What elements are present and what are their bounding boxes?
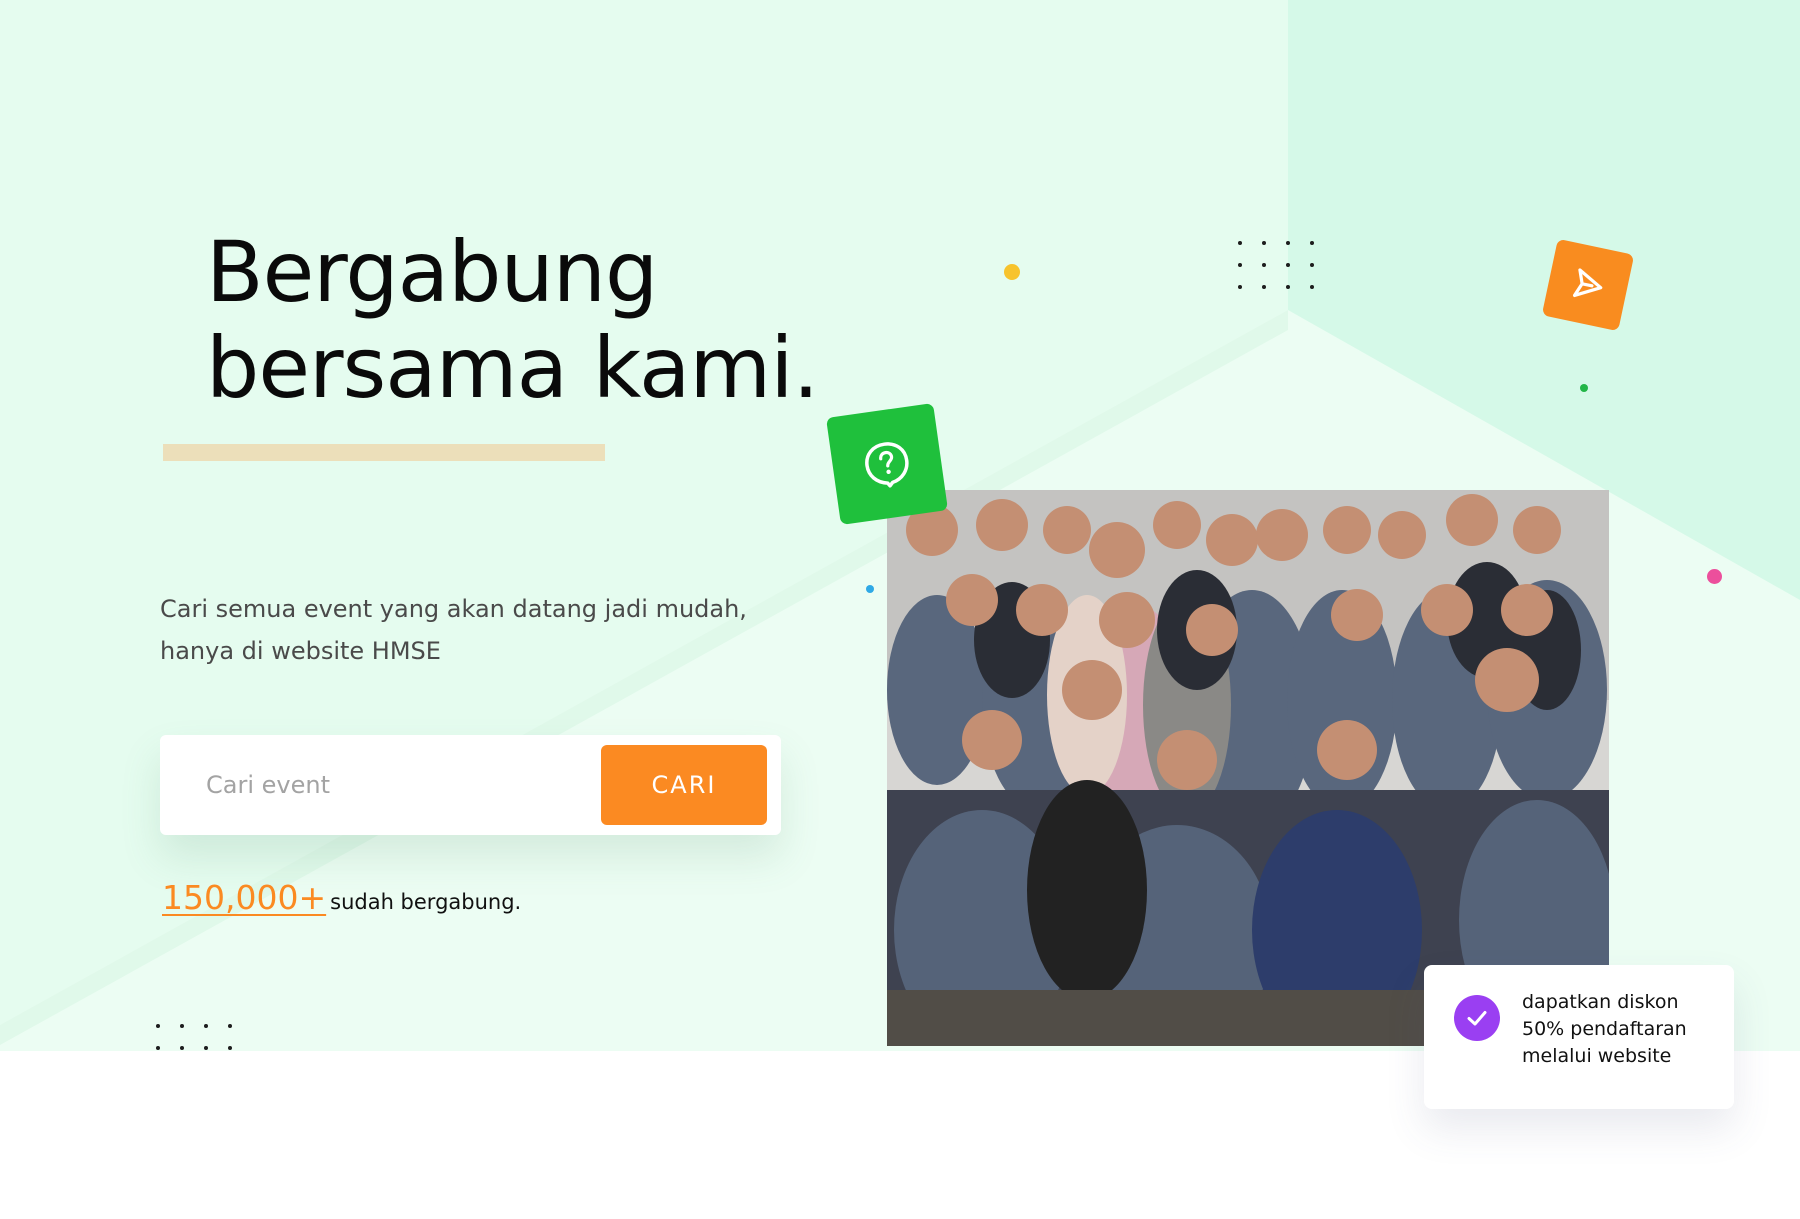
promo-text: dapatkan diskon 50% pendaftaran melalui … [1522, 989, 1722, 1070]
group-photo [887, 490, 1609, 1046]
members-label: sudah bergabung. [330, 890, 522, 914]
page-title: Bergabung bersama kami. [206, 223, 819, 417]
dot-grid-decoration [156, 1024, 232, 1051]
promo-text-line-1: dapatkan diskon [1522, 991, 1679, 1013]
hero-subtitle: Cari semua event yang akan datang jadi m… [160, 588, 800, 672]
hero-subtitle-line-2: hanya di website HMSE [160, 637, 441, 665]
page-title-line-2: bersama kami. [206, 319, 819, 417]
search-bar: CARI [160, 735, 781, 835]
question-tile [826, 403, 948, 525]
members-count: 150,000+ [162, 878, 327, 917]
question-bubble-icon [865, 442, 909, 488]
confetti-dot [1707, 569, 1722, 584]
search-button[interactable]: CARI [601, 745, 767, 825]
promo-card: dapatkan diskon 50% pendaftaran melalui … [1424, 965, 1734, 1109]
promo-text-line-2: 50% pendaftaran [1522, 1018, 1687, 1040]
confetti-dot [866, 585, 874, 593]
search-input[interactable] [184, 760, 544, 810]
paper-plane-icon [1572, 268, 1603, 298]
hero-subtitle-line-1: Cari semua event yang akan datang jadi m… [160, 595, 747, 623]
confetti-dot [1004, 264, 1020, 280]
promo-text-line-3: melalui website [1522, 1045, 1672, 1067]
check-icon [1467, 1011, 1487, 1026]
confetti-dot [1580, 384, 1588, 392]
dot-grid-decoration [1238, 241, 1314, 289]
page-title-line-1: Bergabung [206, 223, 658, 321]
members-stat: 150,000+ sudah bergabung. [162, 878, 521, 917]
check-badge [1454, 995, 1500, 1041]
send-tile [1541, 238, 1635, 332]
hero-section: Bergabung bersama kami. Cari semua event… [0, 0, 1800, 1051]
title-accent-bar [163, 444, 605, 461]
